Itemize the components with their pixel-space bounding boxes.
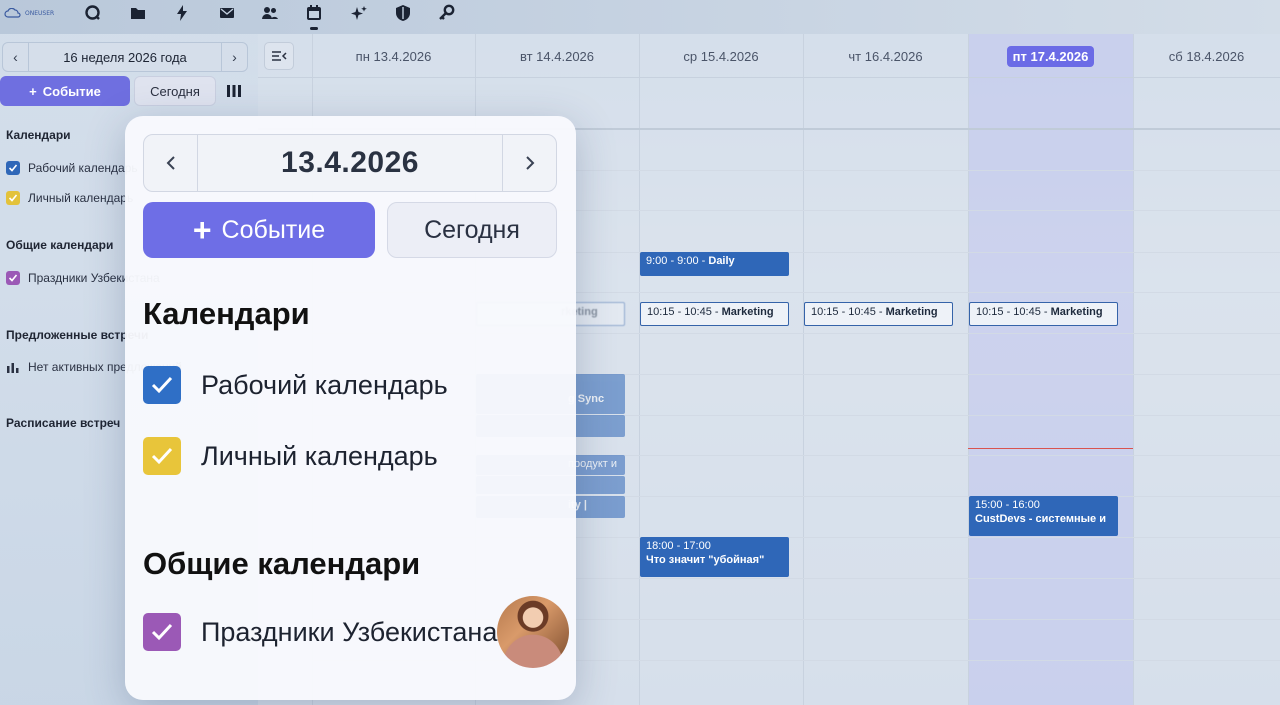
calendar-item-label: Рабочий календарь xyxy=(201,369,448,400)
user-avatar[interactable] xyxy=(497,596,569,668)
checkbox-checked-icon[interactable] xyxy=(143,366,181,404)
columns-view-icon[interactable] xyxy=(226,84,242,98)
day-header-sat[interactable]: сб 18.4.2026 xyxy=(1133,34,1280,78)
week-label: 16 неделя 2026 года xyxy=(63,49,187,65)
checkbox-checked-icon[interactable] xyxy=(6,161,20,175)
calendar-item-personal[interactable]: Личный календарь xyxy=(6,191,133,205)
calendar-popover: 13.4.2026 + Событие Сегодня Календари Ра… xyxy=(125,116,576,700)
checkbox-checked-icon[interactable] xyxy=(143,613,181,651)
new-event-button[interactable]: + Событие xyxy=(0,76,130,106)
search-icon[interactable] xyxy=(83,3,103,23)
today-column-highlight xyxy=(968,34,1133,705)
shared-calendars-heading: Общие календари xyxy=(143,546,421,581)
active-indicator xyxy=(310,27,318,30)
calendar-item-work[interactable]: Рабочий календарь xyxy=(143,366,448,404)
event-marketing-wed[interactable]: 10:15 - 10:45 - Marketing xyxy=(640,302,789,326)
collapse-sidebar-button[interactable] xyxy=(264,42,294,70)
chevron-right-icon xyxy=(525,156,534,170)
day-header-thu[interactable]: чт 16.4.2026 xyxy=(803,34,968,78)
sparkle-icon[interactable] xyxy=(349,3,369,23)
today-button[interactable]: Сегодня xyxy=(387,202,557,258)
date-navigator: 13.4.2026 xyxy=(143,134,557,192)
mail-icon[interactable] xyxy=(217,3,237,23)
calendar-item-label: Личный календарь xyxy=(201,440,438,471)
day-header-tue[interactable]: вт 14.4.2026 xyxy=(475,34,639,78)
current-time-line xyxy=(968,448,1133,449)
calendar-icon[interactable] xyxy=(304,3,324,30)
shield-icon[interactable] xyxy=(393,3,413,23)
calendar-item-label: Рабочий календарь xyxy=(28,161,138,175)
collapse-sidebar-icon xyxy=(272,51,287,61)
prev-day-button[interactable] xyxy=(144,135,198,191)
calendar-item-personal[interactable]: Личный календарь xyxy=(143,437,438,475)
calendars-heading: Календари xyxy=(6,128,71,142)
calendar-item-label: Личный календарь xyxy=(28,191,134,205)
plus-icon: + xyxy=(192,212,212,248)
logo-text: ONEUSER xyxy=(25,9,55,17)
checkbox-checked-icon[interactable] xyxy=(6,271,20,285)
chevron-left-icon xyxy=(166,156,175,170)
current-date: 13.4.2026 xyxy=(281,146,419,179)
plus-icon: + xyxy=(29,83,37,99)
next-day-button[interactable] xyxy=(502,135,556,191)
top-toolbar: ONEUSER xyxy=(0,0,1280,34)
folder-icon[interactable] xyxy=(128,3,148,23)
calendar-item-label: Праздники Узбекистана xyxy=(201,616,498,647)
calendar-item-work[interactable]: Рабочий календарь xyxy=(6,161,138,175)
calendars-heading: Календари xyxy=(143,296,310,331)
calendar-header: пн 13.4.2026 вт 14.4.2026 ср 15.4.2026 ч… xyxy=(258,34,1280,78)
new-event-label: Событие xyxy=(42,83,101,99)
meeting-schedule-heading: Расписание встреч xyxy=(6,416,121,430)
event-marketing-fri[interactable]: 10:15 - 10:45 - Marketing xyxy=(969,302,1118,326)
users-icon[interactable] xyxy=(260,3,280,23)
bolt-icon[interactable] xyxy=(172,3,192,23)
checkbox-checked-icon[interactable] xyxy=(143,437,181,475)
new-event-label: Событие xyxy=(221,215,326,244)
shared-calendars-heading: Общие календари xyxy=(6,238,114,252)
bar-chart-icon xyxy=(7,363,19,373)
event-uboinaya[interactable]: 18:00 - 17:00 Что значит "убойная" xyxy=(640,537,789,577)
next-week-button[interactable]: › xyxy=(221,43,247,71)
day-header-wed[interactable]: ср 15.4.2026 xyxy=(639,34,803,78)
cloud-icon xyxy=(4,8,21,18)
today-button[interactable]: Сегодня xyxy=(134,76,216,106)
day-header-fri-today[interactable]: пт 17.4.2026 xyxy=(968,34,1133,78)
event-marketing-thu[interactable]: 10:15 - 10:45 - Marketing xyxy=(804,302,953,326)
prev-week-button[interactable]: ‹ xyxy=(3,43,29,71)
event-custdevs[interactable]: 15:00 - 16:00 CustDevs - системные и xyxy=(969,496,1118,536)
event-daily[interactable]: 9:00 - 9:00 - Daily xyxy=(640,252,789,276)
key-icon[interactable] xyxy=(437,3,457,23)
checkbox-checked-icon[interactable] xyxy=(6,191,20,205)
new-event-button[interactable]: + Событие xyxy=(143,202,375,258)
calendar-item-holidays[interactable]: Праздники Узбекистана xyxy=(143,613,497,651)
day-header-mon[interactable]: пн 13.4.2026 xyxy=(312,34,475,78)
week-navigator: ‹ 16 неделя 2026 года › xyxy=(2,42,248,72)
app-logo[interactable]: ONEUSER xyxy=(4,8,54,18)
